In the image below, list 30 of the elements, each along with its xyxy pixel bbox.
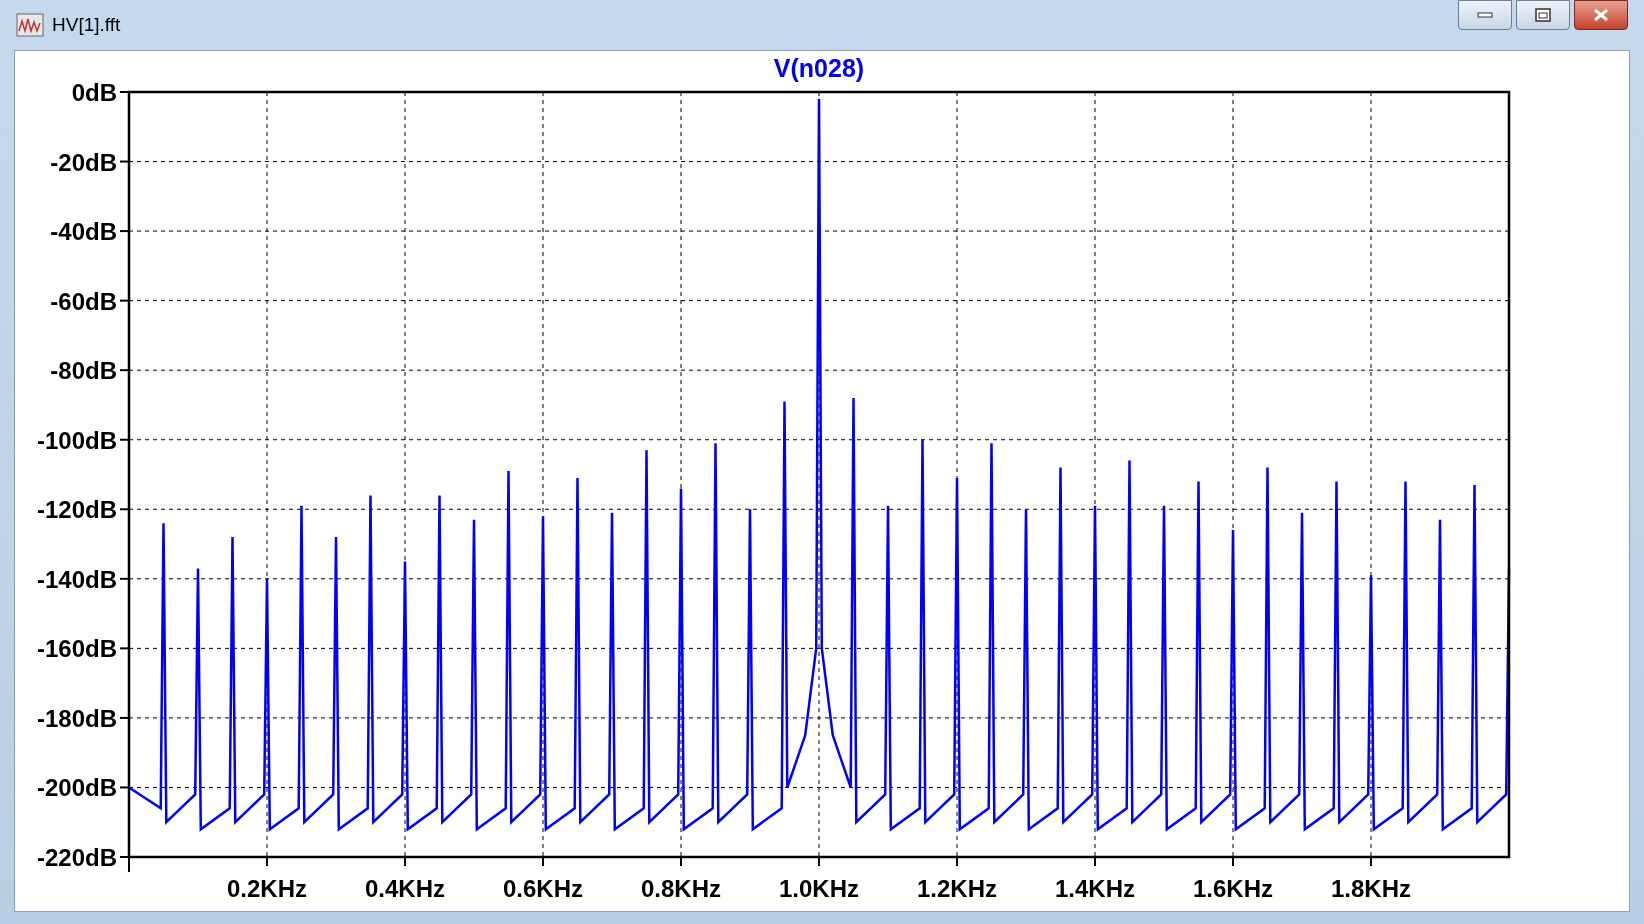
chart-title: V(n028) — [773, 54, 865, 82]
close-button[interactable] — [1574, 0, 1628, 30]
y-tick-label: 0dB — [71, 79, 117, 106]
x-tick-label: 1.0KHz — [779, 875, 859, 902]
x-tick-label: 1.2KHz — [917, 875, 997, 902]
x-tick-label: 1.8KHz — [1331, 875, 1411, 902]
y-tick-label: -20dB — [50, 148, 117, 176]
y-tick-label: -120dB — [36, 496, 117, 524]
x-tick-label: 1.6KHz — [1193, 875, 1273, 902]
maximize-button[interactable] — [1516, 0, 1570, 30]
y-tick-label: -160dB — [36, 635, 117, 663]
y-tick-label: -40dB — [50, 218, 117, 246]
minimize-icon — [1477, 12, 1493, 18]
x-tick-label: 0.8KHz — [641, 875, 721, 902]
x-tick-label: 0.4KHz — [365, 875, 445, 902]
y-tick-label: -200dB — [36, 774, 117, 802]
close-icon — [1592, 8, 1610, 22]
x-tick-label: 0.6KHz — [503, 875, 583, 902]
y-tick-label: -140dB — [36, 565, 117, 593]
waveform-icon — [16, 13, 44, 37]
y-tick-label: -180dB — [36, 704, 117, 732]
y-tick-label: -100dB — [36, 426, 117, 454]
minimize-button[interactable] — [1458, 0, 1512, 30]
x-tick-label: 1.4KHz — [1055, 875, 1135, 902]
y-tick-label: -80dB — [50, 357, 117, 385]
maximize-icon — [1535, 8, 1551, 22]
y-tick-label: -220dB — [36, 844, 117, 871]
y-tick-label: -60dB — [50, 287, 117, 315]
window-title: HV[1].fft — [52, 12, 121, 37]
x-tick-label: 0.2KHz — [227, 875, 307, 902]
